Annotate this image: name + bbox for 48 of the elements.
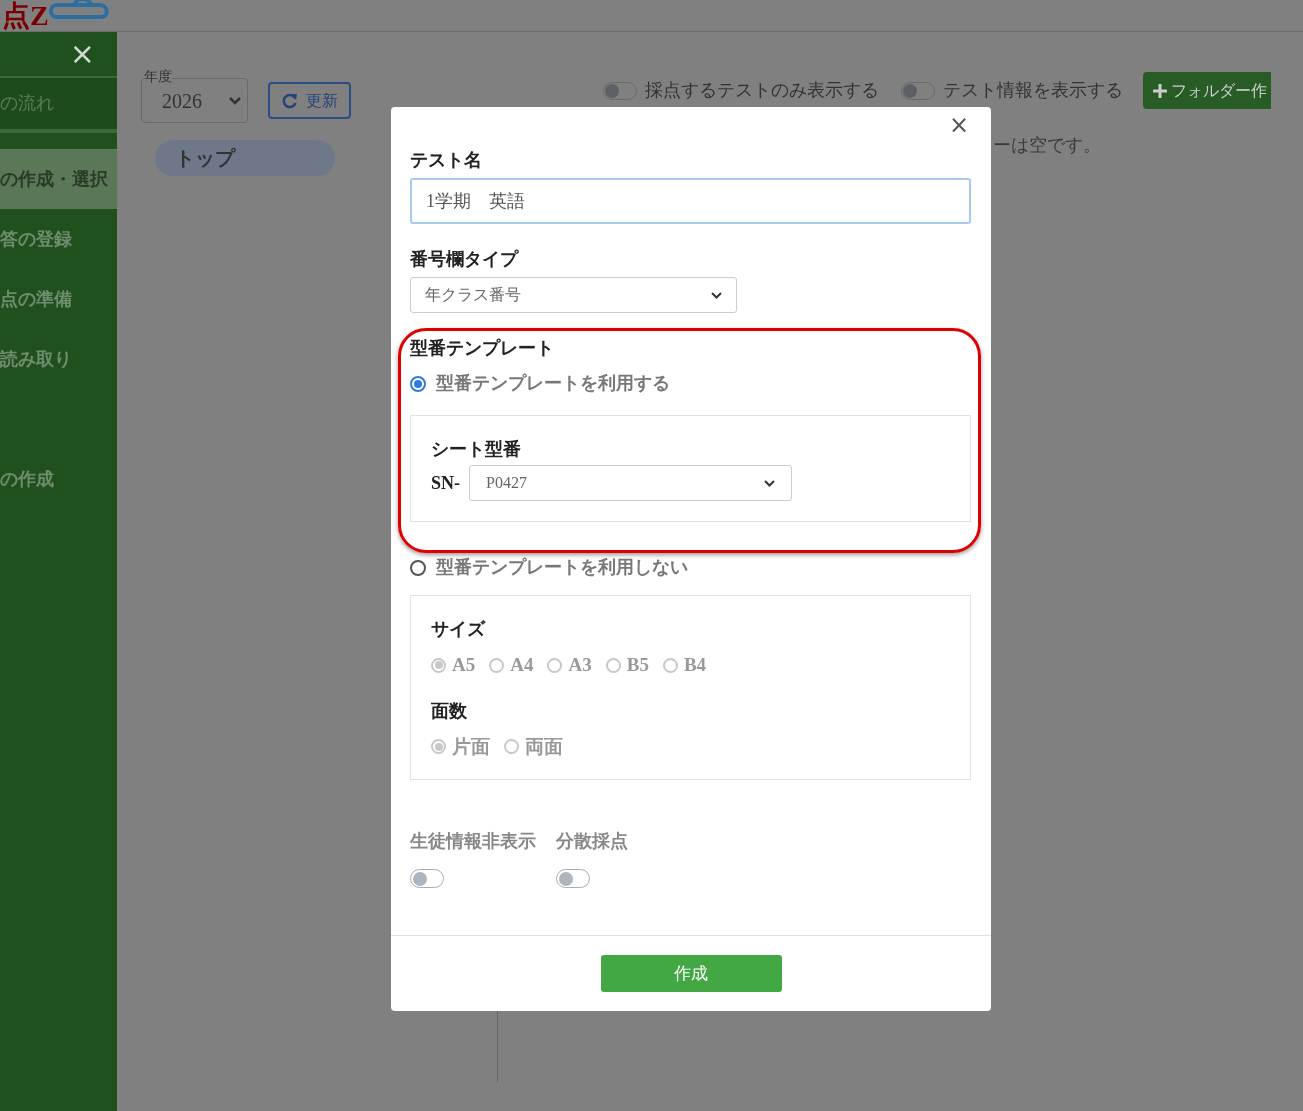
switch-label: 生徒情報非表示 <box>410 830 536 853</box>
sidebar-item[interactable]: 読み取り <box>0 329 117 389</box>
field-label: 年度 <box>144 70 172 84</box>
plus-icon <box>1153 83 1167 98</box>
option-label: B4 <box>683 653 707 677</box>
option-label: B5 <box>626 653 649 677</box>
radio-button[interactable] <box>410 559 426 576</box>
toggle-switch[interactable] <box>556 869 590 888</box>
refresh-icon <box>281 92 298 109</box>
chevron-down-icon <box>711 291 722 299</box>
option-label: 両面 <box>525 734 563 759</box>
field-label: 型番テンプレート <box>410 337 555 360</box>
sidebar-item[interactable]: の作成 <box>0 449 117 509</box>
close-button[interactable]: × <box>948 113 969 137</box>
option-label: 片面 <box>452 734 490 759</box>
option-label: A5 <box>452 653 476 677</box>
sidebar-item[interactable]: 点の準備 <box>0 269 117 329</box>
sidebar-item[interactable]: の流れ <box>0 78 117 133</box>
sidebar-item[interactable]: 答の登録 <box>0 209 117 269</box>
option-label: A4 <box>510 653 534 677</box>
breadcrumb-pill[interactable]: トップ <box>155 140 335 176</box>
sheet-number-select[interactable]: P0427 <box>469 465 792 501</box>
test-name-input[interactable]: 1学期 英語 <box>410 178 971 224</box>
prefix-label: SN- <box>431 471 461 495</box>
toggle-label: テスト情報を表示する <box>943 79 1123 102</box>
cloud-icon <box>48 0 111 19</box>
option-label: 型番テンプレートを利用しない <box>436 556 688 579</box>
field-label: サイズ <box>431 618 487 641</box>
field-label: 番号欄タイプ <box>410 248 520 271</box>
new-folder-button[interactable]: フォルダー作 <box>1143 72 1271 109</box>
switch-label: 分散採点 <box>556 830 628 853</box>
create-button[interactable]: 作成 <box>600 955 782 992</box>
chevron-down-icon <box>764 479 775 487</box>
refresh-button[interactable]: 更新 <box>268 82 351 119</box>
option-label: 型番テンプレートを利用する <box>436 372 670 395</box>
empty-message: ーは空です。 <box>993 134 1102 157</box>
number-type-select[interactable]: 年クラス番号 <box>410 277 737 313</box>
field-label: 面数 <box>431 699 468 723</box>
radio-button[interactable] <box>410 375 426 392</box>
option-label: A3 <box>568 653 592 677</box>
toggle-switch[interactable] <box>410 869 444 888</box>
field-label: テスト名 <box>410 149 483 172</box>
toggle-label: 採点するテストのみ表示する <box>645 79 879 102</box>
field-label: シート型番 <box>431 438 522 461</box>
close-button[interactable]: × <box>69 39 95 69</box>
app-logo: 点Z <box>2 0 49 31</box>
sidebar-item[interactable]: の作成・選択 <box>0 149 117 209</box>
chevron-down-icon <box>229 96 241 105</box>
